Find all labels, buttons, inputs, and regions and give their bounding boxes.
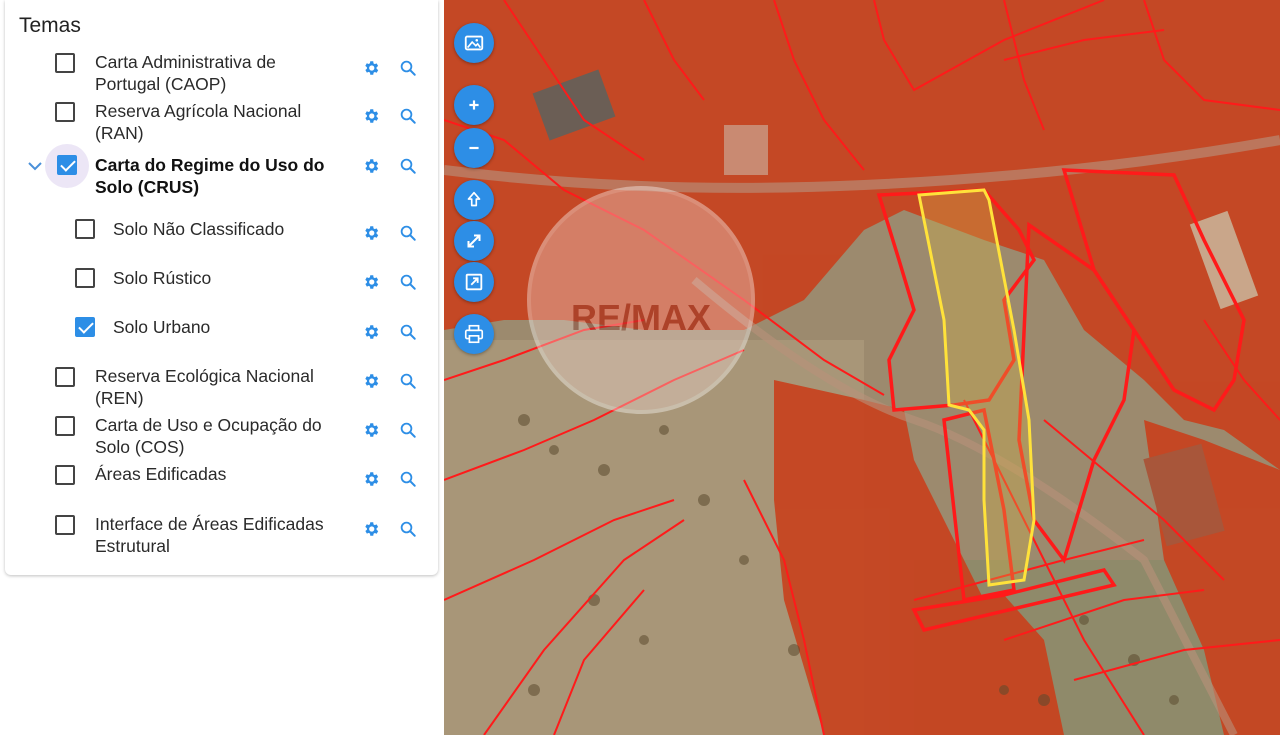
zoom-in-button[interactable]	[454, 85, 494, 125]
sublayer-label-solo-rustico: Solo Rústico	[113, 268, 212, 288]
layers-panel: Temas Carta Administrativa de Portugal (…	[0, 0, 444, 735]
layer-checkbox-areas-edificadas[interactable]	[55, 465, 75, 485]
print-icon	[464, 324, 484, 344]
chevron-down-icon[interactable]	[27, 158, 43, 174]
gear-icon[interactable]	[362, 157, 380, 175]
print-button[interactable]	[454, 314, 494, 354]
search-icon[interactable]	[399, 157, 417, 175]
layer-checkbox-cos[interactable]	[55, 416, 75, 436]
sublayer-row-solo-rustico: Solo Rústico	[0, 263, 440, 303]
layer-row-areas-edificadas: Áreas Edificadas	[0, 462, 440, 496]
sublayer-checkbox-solo-urbano[interactable]	[75, 317, 95, 337]
layer-row-interface-areas-edificadas: Interface de Áreas Edificadas Estrutural	[0, 512, 440, 560]
north-arrow-icon	[467, 191, 481, 207]
sublayer-checkbox-solo-rustico[interactable]	[75, 268, 95, 288]
search-icon[interactable]	[399, 107, 417, 125]
layer-checkbox-crus[interactable]	[57, 155, 77, 175]
gear-icon[interactable]	[362, 273, 380, 291]
north-button[interactable]	[454, 180, 494, 220]
search-icon[interactable]	[399, 470, 417, 488]
basemap-button[interactable]	[454, 23, 494, 63]
map-canvas[interactable]: RE/MAX	[444, 0, 1280, 735]
layer-label-areas-edificadas: Áreas Edificadas	[95, 464, 227, 484]
gear-icon[interactable]	[362, 470, 380, 488]
gear-icon[interactable]	[362, 224, 380, 242]
gear-icon[interactable]	[362, 520, 380, 538]
layer-label-cos: Carta de Uso e Ocupação do Solo (COS)	[95, 415, 322, 457]
building	[724, 125, 768, 175]
zoom-out-button[interactable]	[454, 128, 494, 168]
layer-label-caop: Carta Administrativa de Portugal (CAOP)	[95, 52, 276, 94]
fullscreen-icon	[467, 234, 481, 248]
watermark-text: RE/MAX	[571, 297, 711, 338]
search-icon[interactable]	[399, 372, 417, 390]
sublayer-checkbox-solo-nao-classificado[interactable]	[75, 219, 95, 239]
sublayer-row-solo-nao-classificado: Solo Não Classificado	[0, 214, 440, 254]
gear-icon[interactable]	[362, 59, 380, 77]
layer-checkbox-ran[interactable]	[55, 102, 75, 122]
search-icon[interactable]	[399, 520, 417, 538]
extent-icon	[465, 273, 483, 291]
search-icon[interactable]	[399, 421, 417, 439]
search-icon[interactable]	[399, 224, 417, 242]
layer-label-interface-areas-edificadas: Interface de Áreas Edificadas Estrutural	[95, 514, 324, 556]
gear-icon[interactable]	[362, 421, 380, 439]
layer-row-crus: Carta do Regime do Uso do Solo (CRUS)	[0, 143, 440, 199]
layer-label-ren: Reserva Ecológica Nacional (REN)	[95, 366, 314, 408]
layer-label-crus: Carta do Regime do Uso do Solo (CRUS)	[95, 155, 325, 197]
layer-label-ran: Reserva Agrícola Nacional (RAN)	[95, 101, 302, 143]
sublayer-label-solo-nao-classificado: Solo Não Classificado	[113, 219, 285, 239]
layer-checkbox-interface-areas-edificadas[interactable]	[55, 515, 75, 535]
zoom-in-icon	[469, 100, 479, 110]
search-icon[interactable]	[399, 323, 417, 341]
fullscreen-button[interactable]	[454, 221, 494, 261]
remax-watermark: RE/MAX	[527, 186, 755, 414]
layer-checkbox-ren[interactable]	[55, 367, 75, 387]
layer-checkbox-caop[interactable]	[55, 53, 75, 73]
layer-row-caop: Carta Administrativa de Portugal (CAOP)	[0, 50, 440, 96]
image-icon	[464, 35, 484, 51]
gear-icon[interactable]	[362, 107, 380, 125]
search-icon[interactable]	[399, 273, 417, 291]
panel-title: Temas	[19, 14, 81, 37]
sublayer-row-solo-urbano: Solo Urbano	[0, 312, 440, 352]
search-icon[interactable]	[399, 59, 417, 77]
gear-icon[interactable]	[362, 372, 380, 390]
map-view[interactable]: RE/MAX	[444, 0, 1280, 735]
gear-icon[interactable]	[362, 323, 380, 341]
zoom-out-icon	[469, 146, 479, 150]
extent-button[interactable]	[454, 262, 494, 302]
layer-row-cos: Carta de Uso e Ocupação do Solo (COS)	[0, 413, 440, 459]
layer-row-ren: Reserva Ecológica Nacional (REN)	[0, 364, 440, 410]
sublayer-label-solo-urbano: Solo Urbano	[113, 317, 211, 337]
layer-row-ran: Reserva Agrícola Nacional (RAN)	[0, 99, 440, 145]
